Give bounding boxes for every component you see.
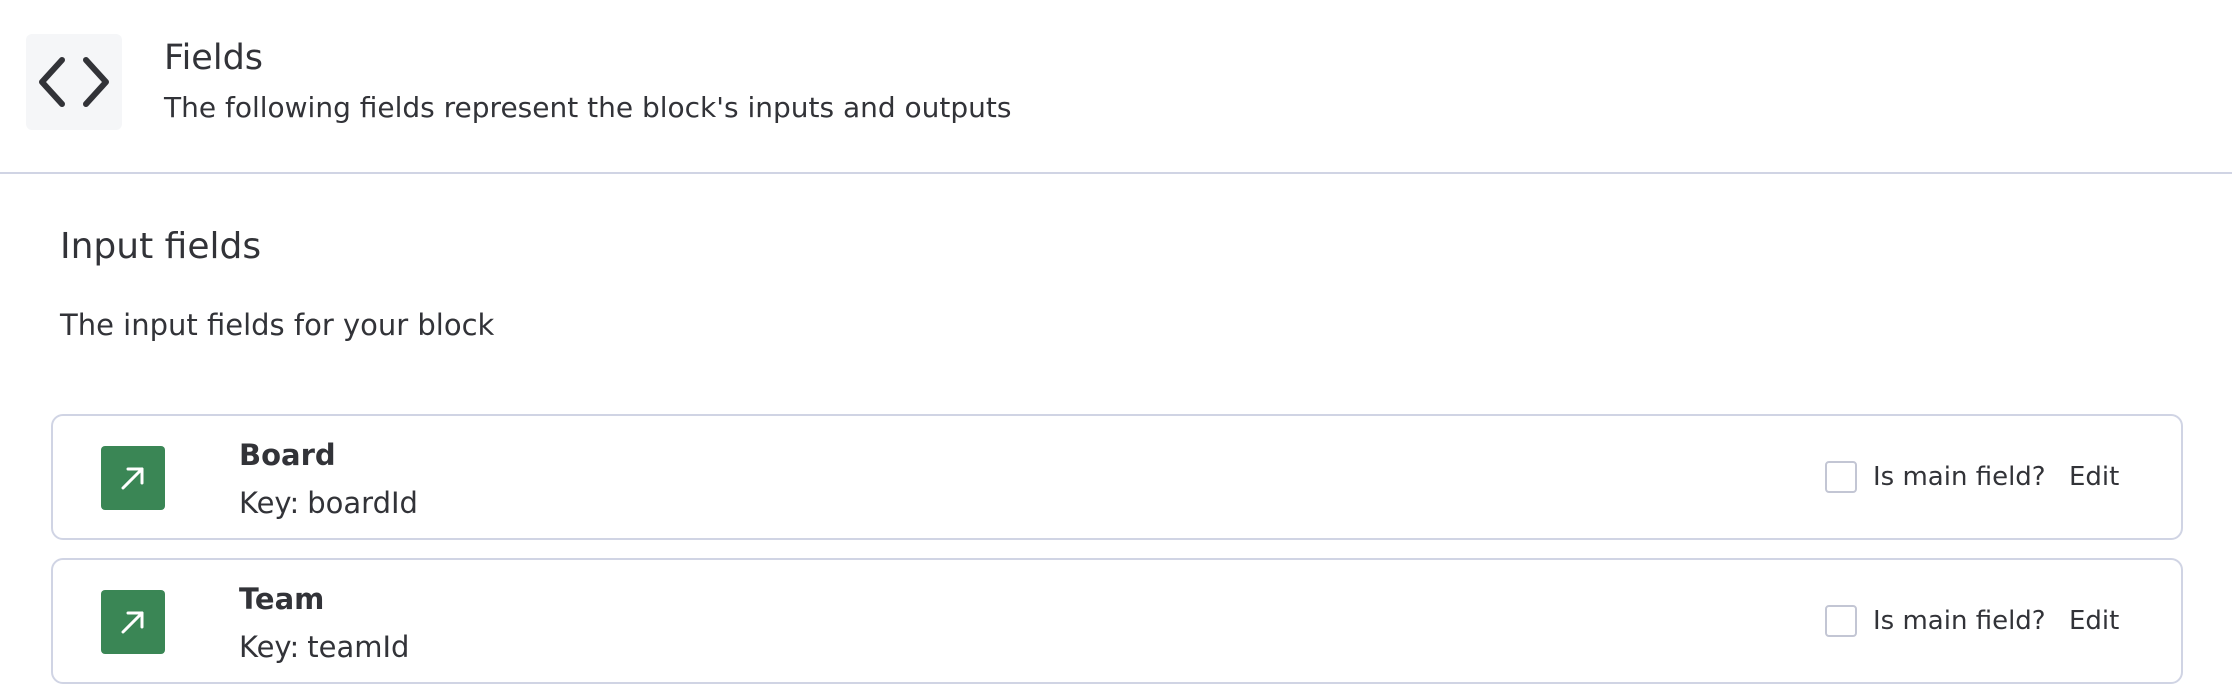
- edit-button[interactable]: Edit: [2069, 460, 2119, 494]
- input-fields-description: The input fields for your block: [60, 308, 495, 342]
- main-field-label: Is main field?: [1873, 462, 2046, 492]
- main-field-label: Is main field?: [1873, 606, 2046, 636]
- edit-button[interactable]: Edit: [2069, 604, 2119, 638]
- field-card-team: Team Key: teamId Is main field? Edit: [51, 558, 2183, 684]
- main-field-checkbox[interactable]: [1825, 461, 1857, 493]
- field-key: Key: teamId: [239, 628, 409, 666]
- page-title: Fields: [164, 38, 264, 78]
- field-name: Board: [239, 438, 336, 472]
- page-subtitle: The following fields represent the block…: [164, 91, 1012, 124]
- main-field-toggle[interactable]: Is main field?: [1825, 604, 2046, 638]
- field-name: Team: [239, 582, 325, 616]
- code-brackets-icon: [26, 34, 122, 130]
- field-key-label: Key:: [239, 630, 300, 664]
- arrow-up-right-icon: [101, 446, 165, 510]
- fields-header: Fields The following fields represent th…: [0, 0, 2232, 174]
- field-key-value: boardId: [307, 486, 418, 520]
- main-field-toggle[interactable]: Is main field?: [1825, 460, 2046, 494]
- arrow-up-right-icon: [101, 590, 165, 654]
- field-key-value: teamId: [307, 630, 410, 664]
- field-key: Key: boardId: [239, 484, 418, 522]
- input-fields-title: Input fields: [60, 226, 262, 267]
- main-field-checkbox[interactable]: [1825, 605, 1857, 637]
- field-key-label: Key:: [239, 486, 300, 520]
- field-card-board: Board Key: boardId Is main field? Edit: [51, 414, 2183, 540]
